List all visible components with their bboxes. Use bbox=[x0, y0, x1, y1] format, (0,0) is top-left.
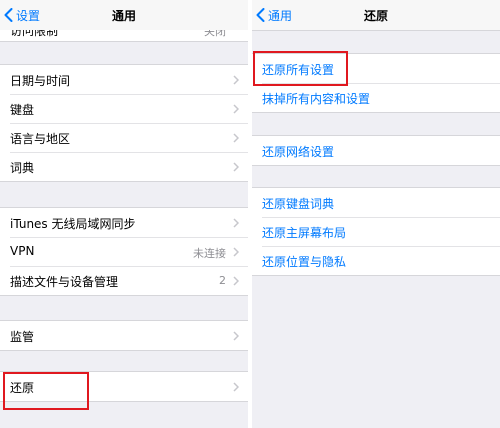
row-label: 词典 bbox=[10, 161, 35, 175]
row-label: 监管 bbox=[10, 330, 35, 344]
chevron-right-icon bbox=[233, 276, 239, 286]
page-title: 还原 bbox=[363, 9, 388, 23]
row-value: 关闭 bbox=[204, 30, 226, 38]
row-label: 抹掉所有内容和设置 bbox=[262, 92, 371, 106]
nav-bar: 通用 还原 bbox=[252, 0, 500, 31]
chevron-right-icon bbox=[233, 162, 239, 172]
chevron-right-icon bbox=[233, 382, 239, 392]
row-label: 还原 bbox=[10, 381, 35, 395]
row-restrictions[interactable]: 访问限制 关闭 bbox=[0, 30, 248, 41]
chevron-right-icon bbox=[233, 247, 239, 257]
settings-group: iTunes 无线局域网同步 VPN 未连接 描述文件与设备管理 2 bbox=[0, 207, 248, 296]
row-label: 还原位置与隐私 bbox=[262, 255, 347, 269]
settings-group: 访问限制 关闭 bbox=[0, 30, 248, 42]
reset-location-privacy-button[interactable]: 还原位置与隐私 bbox=[252, 246, 500, 275]
chevron-right-icon bbox=[233, 331, 239, 341]
chevron-right-icon bbox=[233, 133, 239, 143]
row-label: VPN bbox=[10, 244, 35, 258]
row-label: 键盘 bbox=[10, 103, 35, 117]
reset-group: 还原网络设置 bbox=[252, 135, 500, 166]
chevron-right-icon bbox=[233, 104, 239, 114]
reset-group: 还原所有设置 抹掉所有内容和设置 bbox=[252, 53, 500, 113]
row-label: 还原网络设置 bbox=[262, 145, 335, 159]
row-label: 描述文件与设备管理 bbox=[10, 275, 119, 289]
row-date-time[interactable]: 日期与时间 bbox=[0, 65, 248, 94]
nav-bar: 设置 通用 bbox=[0, 0, 248, 31]
reset-panel: 通用 还原 还原所有设置 抹掉所有内容和设置 还原网络设置 还原键盘词典 还原主… bbox=[252, 0, 500, 428]
row-label: iTunes 无线局域网同步 bbox=[10, 217, 136, 231]
row-language-region[interactable]: 语言与地区 bbox=[0, 123, 248, 152]
row-label: 日期与时间 bbox=[10, 74, 71, 88]
general-settings-panel: 设置 通用 访问限制 关闭 日期与时间 键盘 语言与地区 词典 iTunes 无… bbox=[0, 0, 248, 428]
row-label: 访问限制 bbox=[10, 30, 59, 38]
chevron-right-icon bbox=[233, 75, 239, 85]
reset-all-settings-button[interactable]: 还原所有设置 bbox=[252, 54, 500, 83]
row-label: 还原键盘词典 bbox=[262, 197, 335, 211]
row-dictionary[interactable]: 词典 bbox=[0, 152, 248, 181]
reset-keyboard-dictionary-button[interactable]: 还原键盘词典 bbox=[252, 188, 500, 217]
row-label: 语言与地区 bbox=[10, 132, 71, 146]
row-reset[interactable]: 还原 bbox=[0, 372, 248, 401]
row-supervision[interactable]: 监管 bbox=[0, 321, 248, 350]
settings-group: 日期与时间 键盘 语言与地区 词典 bbox=[0, 64, 248, 182]
row-value: 2 bbox=[219, 274, 226, 287]
row-profiles-device-management[interactable]: 描述文件与设备管理 2 bbox=[0, 266, 248, 295]
row-label: 还原所有设置 bbox=[262, 63, 335, 77]
reset-network-settings-button[interactable]: 还原网络设置 bbox=[252, 136, 500, 165]
erase-all-content-button[interactable]: 抹掉所有内容和设置 bbox=[252, 83, 500, 112]
reset-home-screen-layout-button[interactable]: 还原主屏幕布局 bbox=[252, 217, 500, 246]
page-title: 通用 bbox=[111, 9, 136, 23]
row-value: 未连接 bbox=[193, 247, 226, 260]
settings-group: 监管 bbox=[0, 320, 248, 351]
row-vpn[interactable]: VPN 未连接 bbox=[0, 237, 248, 266]
row-itunes-wifi-sync[interactable]: iTunes 无线局域网同步 bbox=[0, 208, 248, 237]
row-keyboard[interactable]: 键盘 bbox=[0, 94, 248, 123]
chevron-right-icon bbox=[233, 218, 239, 228]
row-label: 还原主屏幕布局 bbox=[262, 226, 347, 240]
reset-group: 还原键盘词典 还原主屏幕布局 还原位置与隐私 bbox=[252, 187, 500, 276]
settings-group: 还原 bbox=[0, 371, 248, 402]
